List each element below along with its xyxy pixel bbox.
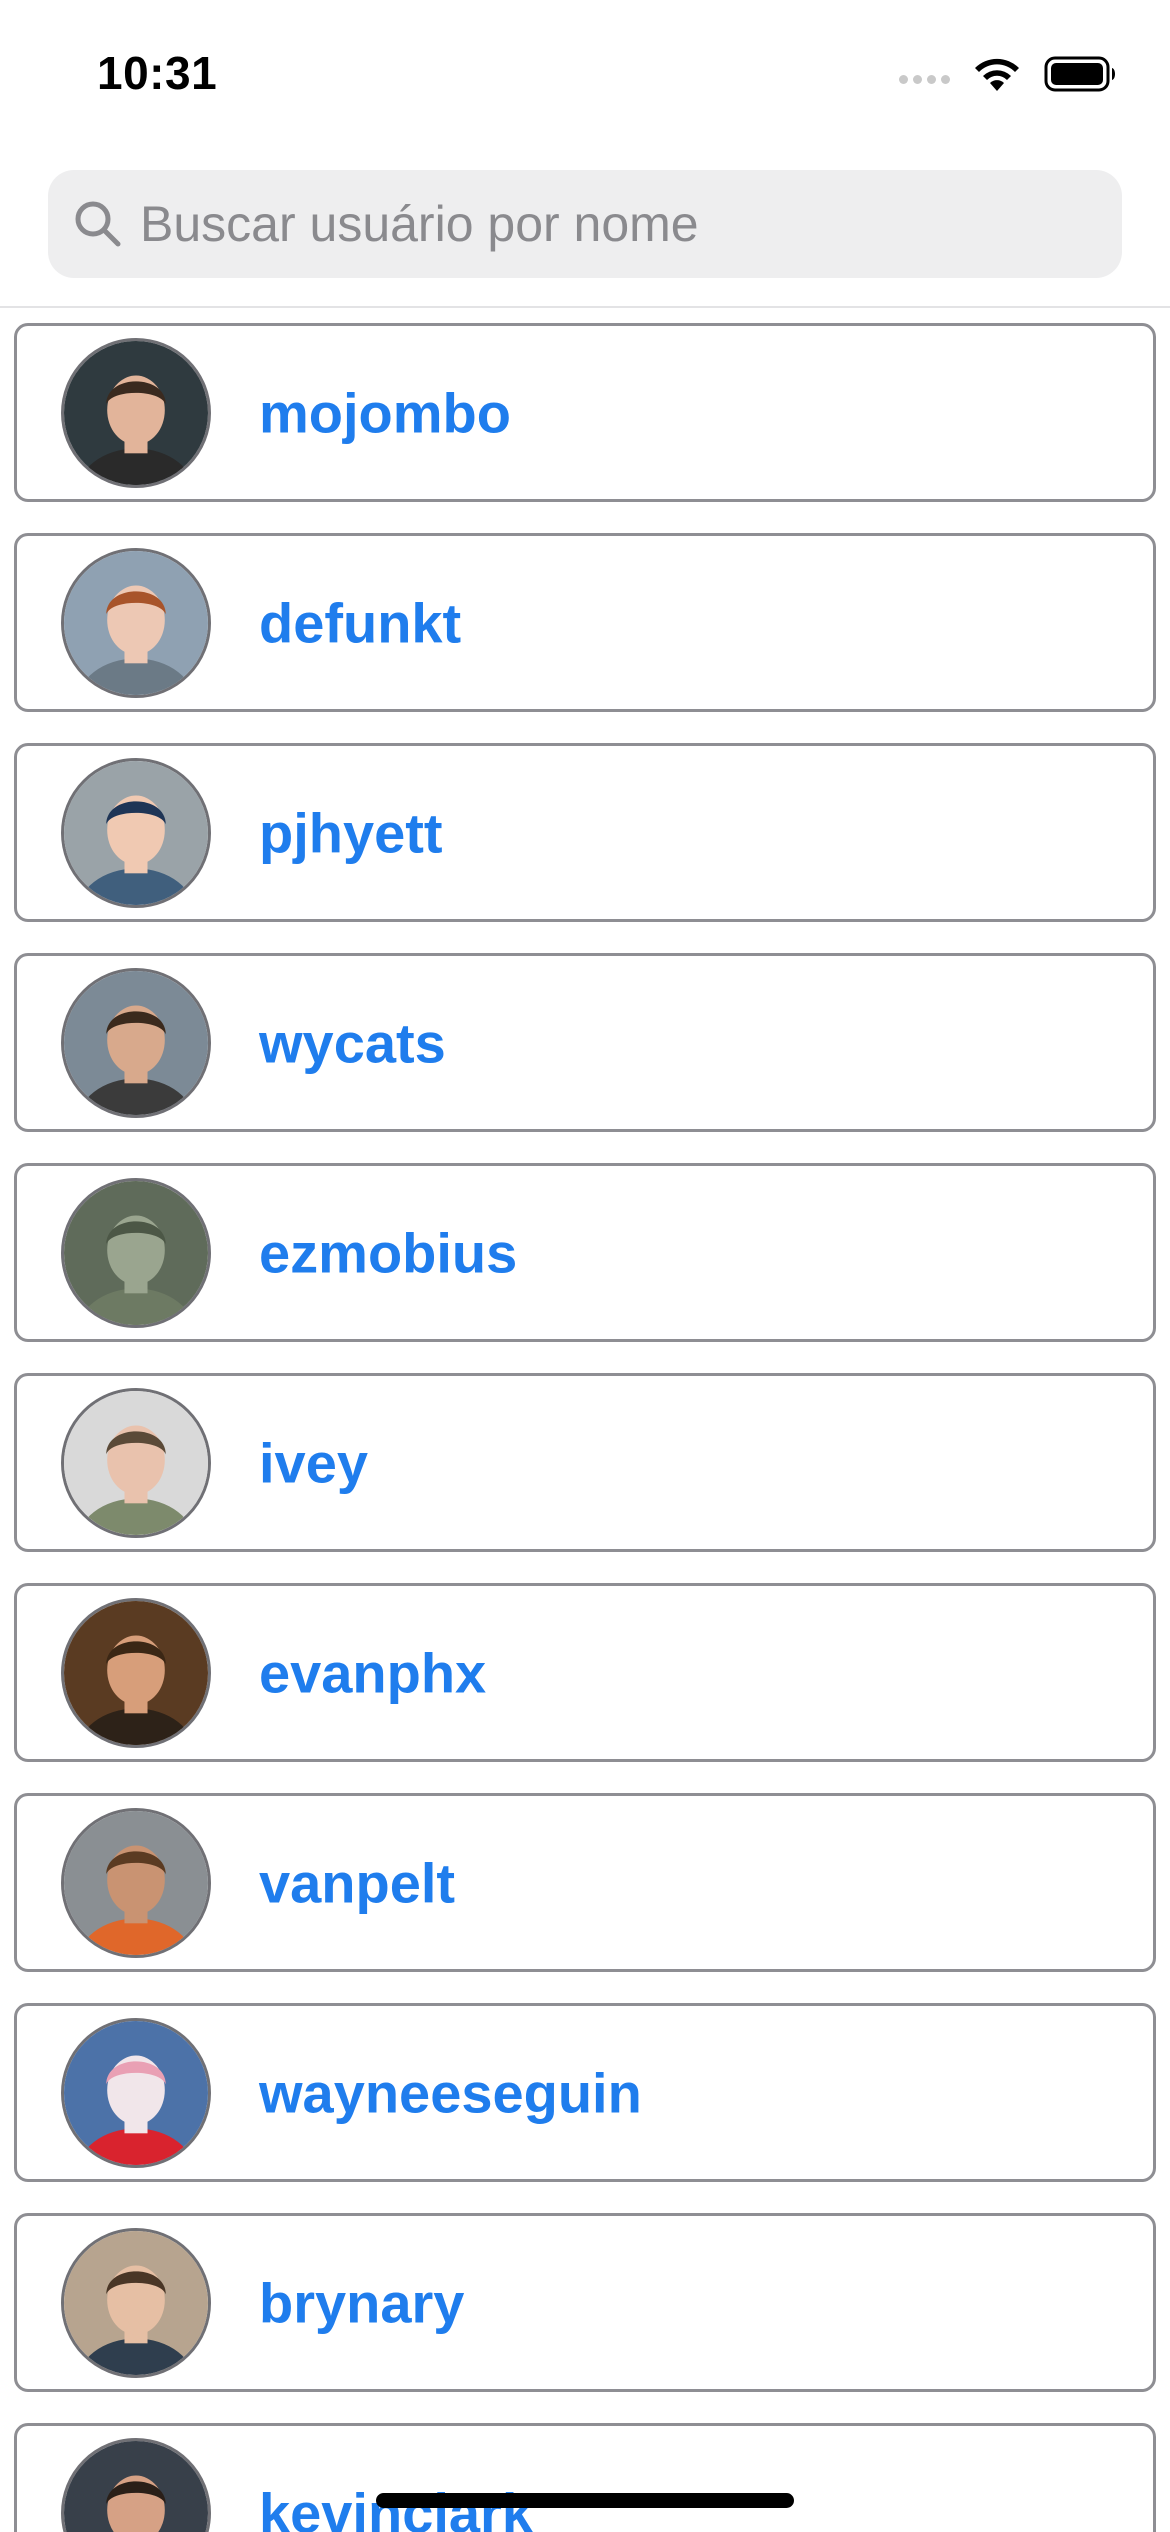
user-list-item[interactable]: kevinclark	[14, 2423, 1156, 2532]
user-name-label: evanphx	[259, 1641, 487, 1704]
user-avatar	[61, 1388, 211, 1538]
user-list-item[interactable]: evanphx	[14, 1583, 1156, 1762]
user-name-label: ivey	[259, 1431, 368, 1494]
user-name-label: wycats	[259, 1011, 446, 1074]
user-list-item[interactable]: wayneeseguin	[14, 2003, 1156, 2182]
user-avatar	[61, 338, 211, 488]
user-avatar	[61, 548, 211, 698]
user-avatar	[61, 1598, 211, 1748]
user-list-item[interactable]: wycats	[14, 953, 1156, 1132]
search-icon	[75, 201, 121, 247]
user-avatar	[61, 2228, 211, 2378]
status-time: 10:31	[97, 47, 218, 99]
user-name-label: wayneeseguin	[259, 2061, 642, 2124]
user-name-label: defunkt	[259, 591, 462, 654]
home-indicator[interactable]	[376, 2493, 794, 2508]
header-divider	[0, 306, 1170, 308]
user-list-item[interactable]: ivey	[14, 1373, 1156, 1552]
user-avatar	[61, 2438, 211, 2532]
wifi-icon	[972, 55, 1022, 93]
search-field-container[interactable]	[48, 170, 1122, 278]
search-bar[interactable]	[48, 170, 1122, 278]
user-name-label: pjhyett	[259, 801, 443, 864]
status-indicators	[899, 52, 1118, 96]
user-list-item[interactable]: pjhyett	[14, 743, 1156, 922]
user-avatar	[61, 1178, 211, 1328]
cellular-signal-icon	[899, 64, 950, 84]
app-screen: 10:31 Buscar usuário por nome mojombo de…	[0, 0, 1170, 2532]
user-list-item[interactable]: mojombo	[14, 323, 1156, 502]
user-list: mojombo defunkt pjhyett wycats ezmobius ivey e…	[14, 323, 1156, 2532]
user-name-label: ezmobius	[259, 1221, 518, 1284]
user-name-label: vanpelt	[259, 1851, 456, 1914]
user-list-item[interactable]: ezmobius	[14, 1163, 1156, 1342]
user-avatar	[61, 758, 211, 908]
user-avatar	[61, 968, 211, 1118]
user-name-label: mojombo	[259, 381, 511, 444]
user-list-item[interactable]: brynary	[14, 2213, 1156, 2392]
battery-icon	[1044, 56, 1118, 92]
user-list-item[interactable]: defunkt	[14, 533, 1156, 712]
user-avatar	[61, 2018, 211, 2168]
user-list-item[interactable]: vanpelt	[14, 1793, 1156, 1972]
user-avatar	[61, 1808, 211, 1958]
user-name-label: brynary	[259, 2271, 465, 2334]
status-bar: 10:31	[0, 0, 1170, 150]
search-input[interactable]	[140, 184, 1100, 264]
